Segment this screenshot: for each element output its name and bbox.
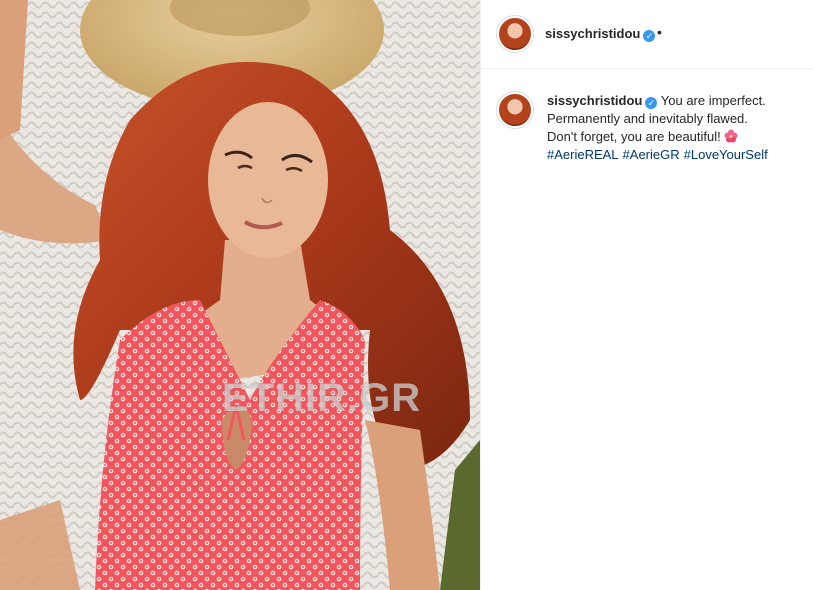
caption-line-3: Don't forget, you are beautiful! (547, 129, 721, 144)
avatar[interactable] (497, 16, 533, 52)
photo-illustration (0, 0, 480, 590)
hashtag-list: #AerieREAL #AerieGR #LoveYourSelf (547, 147, 772, 162)
caption-line-2: Permanently and inevitably flawed. (547, 111, 748, 126)
hashtag-link[interactable]: #AerieGR (623, 147, 680, 162)
caption-text: sissychristidou ✓ You are imperfect. Perm… (547, 92, 797, 164)
hibiscus-flower-icon (724, 129, 738, 143)
caption-username[interactable]: sissychristidou (547, 93, 642, 108)
instagram-post: ETHIR.GR sissychristidou ✓ • sissychristi… (0, 0, 813, 590)
separator-dot: • (657, 24, 662, 40)
header-username-row: sissychristidou ✓ (545, 26, 656, 42)
hashtag-link[interactable]: #AerieREAL (547, 147, 619, 162)
photo-watermark: ETHIR.GR (222, 376, 422, 420)
post-header: sissychristidou ✓ • (481, 0, 813, 69)
post-caption: sissychristidou ✓ You are imperfect. Perm… (481, 69, 813, 164)
username-link[interactable]: sissychristidou (545, 26, 640, 41)
hashtag-link[interactable]: #LoveYourSelf (684, 147, 768, 162)
verified-badge-icon: ✓ (645, 97, 658, 109)
post-photo[interactable]: ETHIR.GR (0, 0, 480, 590)
post-sidebar: sissychristidou ✓ • sissychristidou ✓ You … (480, 0, 813, 590)
caption-avatar[interactable] (497, 92, 533, 128)
verified-badge-icon: ✓ (643, 30, 656, 42)
caption-line-1: You are imperfect. (660, 93, 766, 108)
